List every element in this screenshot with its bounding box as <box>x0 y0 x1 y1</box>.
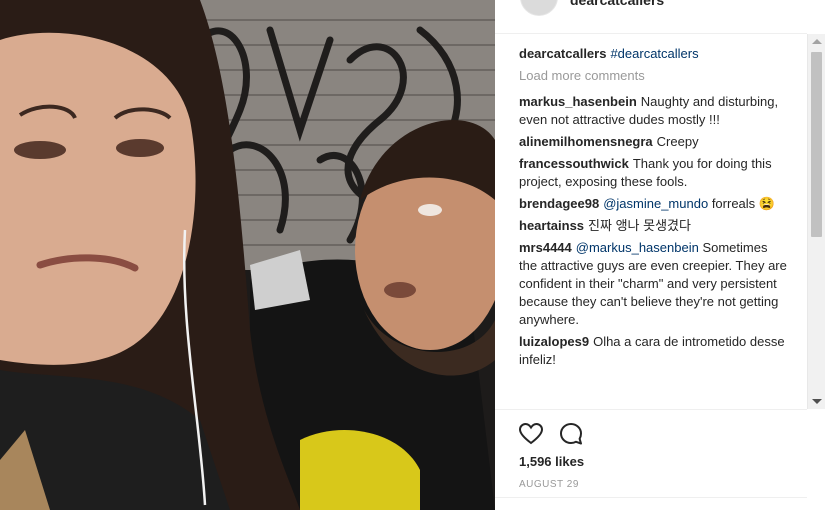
comment-username[interactable]: heartainss <box>519 218 584 233</box>
comment-item: markus_hasenbein Naughty and disturbing, … <box>519 93 789 129</box>
comment-text: 진짜 앵나 못생겼다 <box>588 218 691 233</box>
comment-button[interactable] <box>557 420 585 448</box>
divider <box>495 497 807 498</box>
comments-scrollbar[interactable] <box>807 34 825 409</box>
comment-item: mrs4444 @markus_hasenbein Sometimes the a… <box>519 239 789 329</box>
comment-item: francessouthwick Thank you for doing this… <box>519 155 789 191</box>
comment-mention[interactable]: @markus_hasenbein <box>576 240 699 255</box>
comment-item: heartainss 진짜 앵나 못생겼다 <box>519 217 789 235</box>
caption-username[interactable]: dearcatcallers <box>519 46 606 61</box>
comment-username[interactable]: markus_hasenbein <box>519 94 637 109</box>
load-more-comments-link[interactable]: Load more comments <box>519 67 807 85</box>
post-side-panel: dearcatcallers dearcatcallers #dearcatcal… <box>495 0 825 510</box>
like-button[interactable] <box>517 420 545 448</box>
comment-text: forreals 😫 <box>711 196 775 211</box>
author-avatar[interactable] <box>520 0 558 16</box>
comment-item: brendagee98 @jasmine_mundo forreals 😫 <box>519 195 789 213</box>
comment-username[interactable]: brendagee98 <box>519 196 599 211</box>
post-photo <box>0 0 495 510</box>
comment-item: alinemilhomensnegra Creepy <box>519 133 789 151</box>
comment-item: luizalopes9 Olha a cara de intrometido de… <box>519 333 789 369</box>
scroll-up-arrow-icon[interactable] <box>812 39 822 44</box>
caption: dearcatcallers #dearcatcallers <box>519 45 789 63</box>
comment-username[interactable]: mrs4444 <box>519 240 572 255</box>
comment-mention[interactable]: @jasmine_mundo <box>603 196 708 211</box>
scrollbar-thumb[interactable] <box>811 52 822 237</box>
selfie-image <box>0 0 495 510</box>
comment-username[interactable]: luizalopes9 <box>519 334 589 349</box>
comment-username[interactable]: francessouthwick <box>519 156 629 171</box>
post-actions: 1,596 likes AUGUST 29 <box>495 409 807 510</box>
post-header: dearcatcallers <box>495 0 807 34</box>
speech-bubble-icon <box>560 423 582 445</box>
scroll-down-arrow-icon[interactable] <box>812 399 822 404</box>
heart-outline-icon <box>518 422 544 445</box>
likes-count[interactable]: 1,596 likes <box>519 454 584 469</box>
post-date[interactable]: AUGUST 29 <box>519 479 579 490</box>
comments-list: dearcatcallers #dearcatcallers Load more … <box>495 35 807 409</box>
comment-text: Creepy <box>656 134 699 149</box>
caption-hashtag[interactable]: #dearcatcallers <box>610 46 698 61</box>
author-username[interactable]: dearcatcallers <box>570 0 664 8</box>
comment-username[interactable]: alinemilhomensnegra <box>519 134 653 149</box>
instagram-post-view: dearcatcallers dearcatcallers #dearcatcal… <box>0 0 825 510</box>
